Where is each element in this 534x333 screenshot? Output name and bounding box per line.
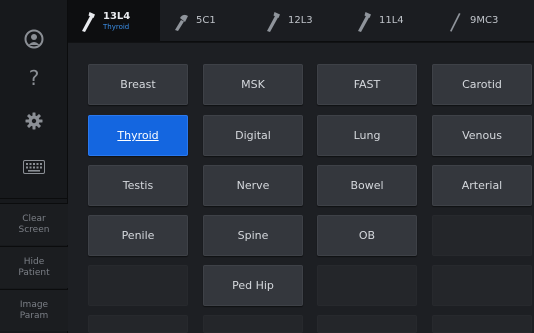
clear-screen-button[interactable]: Clear Screen — [0, 203, 68, 245]
preset-thyroid-button[interactable]: Thyroid — [88, 115, 188, 156]
preset-fast-button[interactable]: FAST — [317, 64, 417, 105]
preset-empty-slot — [432, 265, 532, 306]
preset-ob-button[interactable]: OB — [317, 215, 417, 256]
gear-icon-glyph — [25, 112, 43, 130]
preset-empty-slot — [88, 265, 188, 306]
preset-spine-button[interactable]: Spine — [203, 215, 303, 256]
probe-tab-bar: 13L4 Thyroid 5C1 12L3 11L4 9MC3 — [68, 0, 534, 42]
probe-icon — [267, 12, 280, 32]
preset-empty-slot — [432, 215, 532, 256]
keyboard-icon[interactable] — [0, 144, 68, 190]
probe-icon — [175, 14, 188, 31]
preset-arterial-button[interactable]: Arterial — [432, 165, 532, 206]
preset-carotid-button[interactable]: Carotid — [432, 64, 532, 105]
preset-empty-slot — [203, 315, 303, 333]
help-icon[interactable]: ? — [0, 55, 68, 101]
tab-name: 5C1 — [196, 15, 216, 26]
preset-venous-button[interactable]: Venous — [432, 115, 532, 156]
tab-probe-13l4[interactable]: 13L4 Thyroid — [68, 0, 160, 42]
gear-icon[interactable] — [0, 98, 68, 144]
preset-nerve-button[interactable]: Nerve — [203, 165, 303, 206]
probe-icon — [450, 13, 461, 32]
tab-name: 9MC3 — [470, 15, 499, 26]
user-icon-glyph — [24, 29, 44, 49]
preset-lung-button[interactable]: Lung — [317, 115, 417, 156]
left-sidebar: ? Clear Screen Hide Patient Image Param — [0, 0, 68, 333]
preset-empty-slot — [317, 315, 417, 333]
preset-testis-button[interactable]: Testis — [88, 165, 188, 206]
sidebar-divider — [0, 198, 68, 199]
preset-empty-slot — [317, 265, 417, 306]
probe-icon — [358, 12, 371, 32]
preset-penile-button[interactable]: Penile — [88, 215, 188, 256]
tab-probe-9mc3[interactable]: 9MC3 — [446, 0, 498, 42]
probe-icon — [82, 12, 95, 32]
tab-probe-5c1[interactable]: 5C1 — [172, 0, 216, 42]
tab-probe-12l3[interactable]: 12L3 — [264, 0, 313, 42]
preset-empty-slot — [432, 315, 532, 333]
tab-name: 11L4 — [379, 15, 404, 26]
image-param-button[interactable]: Image Param — [0, 289, 68, 331]
preset-empty-slot — [88, 315, 188, 333]
help-glyph: ? — [28, 66, 40, 90]
preset-msk-button[interactable]: MSK — [203, 64, 303, 105]
preset-grid: Breast MSK FAST Carotid Thyroid Digital … — [68, 43, 534, 333]
tab-probe-11l4[interactable]: 11L4 — [355, 0, 404, 42]
preset-bowel-button[interactable]: Bowel — [317, 165, 417, 206]
preset-digital-button[interactable]: Digital — [203, 115, 303, 156]
keyboard-icon-glyph — [23, 160, 45, 174]
hide-patient-button[interactable]: Hide Patient — [0, 246, 68, 288]
preset-ped-hip-button[interactable]: Ped Hip — [203, 265, 303, 306]
tab-name: 13L4 — [103, 10, 131, 22]
preset-breast-button[interactable]: Breast — [88, 64, 188, 105]
tab-sub-label: Thyroid — [103, 22, 130, 31]
tab-name: 12L3 — [288, 15, 313, 26]
